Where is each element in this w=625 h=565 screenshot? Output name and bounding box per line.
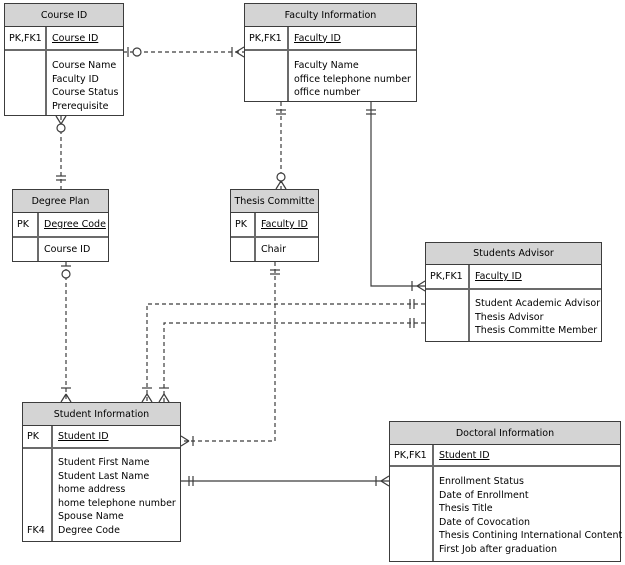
entity-thesis-committee[interactable]: Thesis Committe PK Faculty ID Chair bbox=[230, 189, 319, 262]
attribute-key bbox=[27, 456, 51, 470]
attribute: Faculty ID bbox=[52, 73, 99, 85]
attribute: Date of Enrollment bbox=[439, 489, 529, 501]
rel-student-doctoral bbox=[181, 475, 390, 487]
rel-thesiscommittee-student bbox=[180, 262, 280, 447]
key-label: PK,FK1 bbox=[426, 265, 470, 288]
rel-faculty-studentsadvisor bbox=[366, 102, 426, 292]
key-label: PK,FK1 bbox=[390, 445, 434, 465]
entity-students-advisor[interactable]: Students Advisor PK,FK1 Faculty ID Stude… bbox=[425, 242, 602, 342]
entity-student[interactable]: Student Information PK Student ID FK4 St… bbox=[22, 402, 181, 542]
attribute: Course ID bbox=[44, 244, 91, 255]
attribute: First Job after graduation bbox=[439, 543, 557, 555]
primary-key: Faculty ID bbox=[261, 219, 308, 230]
entity-degree-plan[interactable]: Degree Plan PK Degree Code Course ID bbox=[12, 189, 109, 262]
attribute: Degree Code bbox=[58, 524, 120, 536]
attribute: Faculty Name bbox=[294, 60, 359, 71]
attribute-key bbox=[27, 510, 51, 524]
entity-doctoral[interactable]: Doctoral Information PK,FK1 Student ID E… bbox=[389, 421, 623, 562]
entity-title: Doctoral Information bbox=[390, 422, 620, 445]
attribute-key bbox=[27, 470, 51, 484]
attribute: Student First Name bbox=[58, 457, 150, 468]
entity-course[interactable]: Course ID PK,FK1 Course ID Course Name F… bbox=[4, 3, 124, 116]
attribute: Thesis Contining International Content bbox=[439, 530, 623, 541]
attribute: Thesis Committe Member bbox=[475, 325, 598, 336]
attribute: Student Academic Advisor bbox=[475, 298, 601, 309]
attribute: office number bbox=[294, 87, 361, 98]
attribute: office telephone number bbox=[294, 73, 411, 85]
key-label: PK,FK1 bbox=[5, 27, 47, 49]
key-label: PK bbox=[23, 426, 53, 447]
attribute: Course Status bbox=[52, 87, 119, 98]
entity-title: Students Advisor bbox=[426, 243, 601, 265]
attribute: Thesis Title bbox=[439, 503, 493, 514]
key-label: PK,FK1 bbox=[245, 27, 289, 49]
primary-key: Faculty ID bbox=[294, 32, 341, 44]
entity-title: Course ID bbox=[5, 4, 123, 27]
primary-key: Course ID bbox=[52, 32, 99, 44]
entity-title: Thesis Committe bbox=[231, 190, 318, 213]
rel-course-faculty bbox=[123, 46, 245, 58]
attribute: Prerequisite bbox=[52, 100, 109, 112]
attribute: Student Last Name bbox=[58, 470, 150, 482]
entity-faculty[interactable]: Faculty Information PK,FK1 Faculty ID Fa… bbox=[244, 3, 417, 102]
entity-title: Faculty Information bbox=[245, 4, 416, 27]
rel-degreeplan-student bbox=[60, 262, 72, 403]
attribute: Date of Covocation bbox=[439, 516, 531, 528]
attribute: Spouse Name bbox=[58, 511, 124, 522]
attribute-key-fk4: FK4 bbox=[27, 524, 45, 536]
attribute: Chair bbox=[261, 244, 287, 255]
primary-key: Faculty ID bbox=[475, 271, 522, 282]
rel-studentsadvisor-student-2 bbox=[158, 318, 425, 403]
rel-studentsadvisor-student-1 bbox=[141, 299, 425, 403]
attribute-key bbox=[27, 483, 51, 497]
rel-course-degreeplan bbox=[55, 115, 67, 189]
attribute: Course Name bbox=[52, 60, 117, 71]
attribute: Enrollment Status bbox=[439, 476, 524, 487]
entity-title: Degree Plan bbox=[13, 190, 108, 213]
attribute-key bbox=[27, 497, 51, 511]
key-label: PK bbox=[231, 213, 256, 236]
primary-key: Degree Code bbox=[44, 219, 106, 230]
rel-faculty-thesiscommittee bbox=[275, 102, 287, 190]
attribute: Thesis Advisor bbox=[475, 311, 544, 323]
primary-key: Student ID bbox=[439, 449, 490, 461]
attribute: home address bbox=[58, 484, 126, 495]
primary-key: Student ID bbox=[58, 431, 109, 442]
key-label: PK bbox=[13, 213, 39, 236]
attribute: home telephone number bbox=[58, 497, 176, 509]
entity-title: Student Information bbox=[23, 403, 180, 426]
